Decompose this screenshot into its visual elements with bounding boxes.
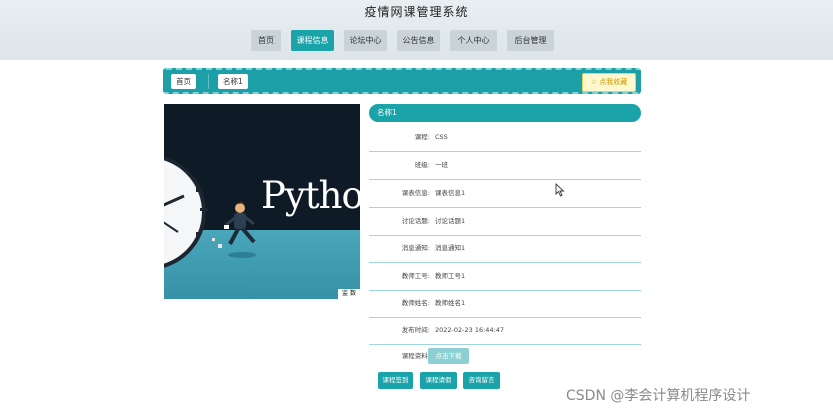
detail-label: 课程资料:: [401, 352, 430, 360]
nav-item-courses[interactable]: 课程信息: [291, 30, 334, 51]
nav-item-home[interactable]: 首页: [251, 30, 281, 51]
detail-label: 讨论话题:: [401, 217, 430, 225]
detail-label: 教师姓名:: [401, 299, 430, 307]
detail-row-class: 班级: 一班: [369, 152, 641, 180]
detail-label: 消息通知:: [401, 244, 430, 252]
detail-value: 消息通知1: [435, 244, 466, 252]
course-image-text: Pytho: [261, 174, 360, 217]
nav-item-notices[interactable]: 公告信息: [397, 30, 440, 51]
detail-label: 发布时间:: [401, 326, 430, 334]
detail-label: 班级:: [414, 161, 430, 169]
detail-row-notification: 消息通知: 消息通知1: [369, 235, 641, 263]
favorite-button[interactable]: ☆ 点我收藏: [582, 73, 636, 92]
watermark: CSDN @李会计算机程序设计: [566, 388, 751, 404]
detail-value: CSS: [435, 133, 448, 141]
leave-request-button[interactable]: 课程请假: [420, 372, 457, 389]
nav-item-forum[interactable]: 论坛中心: [344, 30, 387, 51]
download-button[interactable]: 点击下载: [428, 348, 469, 364]
breadcrumb-home[interactable]: 首页: [171, 74, 196, 89]
detail-row-topic: 讨论话题: 讨论话题1: [369, 208, 641, 236]
breadcrumb-separator: [208, 74, 209, 89]
detail-label: 教师工号:: [401, 272, 430, 280]
course-image-badge: 监 数: [338, 289, 360, 299]
main-nav: 首页 课程信息 论坛中心 公告信息 个人中心 后台管理: [0, 30, 833, 52]
nav-item-profile[interactable]: 个人中心: [450, 30, 497, 51]
detail-value: 教师姓名1: [435, 299, 466, 307]
detail-label: 课表信息:: [401, 189, 430, 197]
nav-item-admin[interactable]: 后台管理: [507, 30, 554, 51]
site-title: 疫情网课管理系统: [364, 5, 469, 19]
course-title: 名称1: [369, 104, 641, 122]
detail-row-teacher-name: 教师姓名: 教师姓名1: [369, 290, 641, 318]
mouse-cursor-icon: [555, 183, 565, 197]
detail-value: 2022-02-23 16:44:47: [435, 326, 505, 334]
detail-row-material: 课程资料: 点击下载: [369, 343, 641, 370]
message-button[interactable]: 咨询留言: [463, 372, 500, 389]
detail-label: 课程:: [414, 133, 430, 141]
detail-row-course: 课程: CSS: [369, 124, 641, 152]
breadcrumb: 首页 名称1 ☆ 点我收藏: [163, 68, 641, 94]
detail-value: 教师工号1: [435, 272, 466, 280]
detail-value: 一班: [435, 161, 448, 169]
detail-value: 课表信息1: [435, 189, 466, 197]
detail-row-teacher-id: 教师工号: 教师工号1: [369, 263, 641, 291]
detail-row-publish-time: 发布时间: 2022-02-23 16:44:47: [369, 317, 641, 345]
detail-row-schedule: 课表信息: 课表信息1: [369, 180, 641, 208]
course-image: Pytho 监 数: [164, 104, 360, 299]
checkin-button[interactable]: 课程签到: [378, 372, 413, 389]
detail-value: 讨论话题1: [435, 217, 466, 225]
breadcrumb-current: 名称1: [218, 74, 248, 89]
